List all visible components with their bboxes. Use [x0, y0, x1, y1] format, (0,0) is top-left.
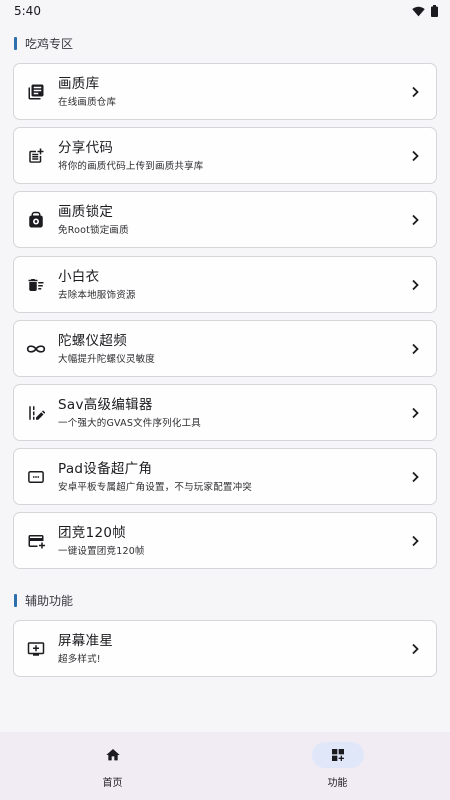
card-subtitle: 一个强大的GVAS文件序列化工具	[58, 417, 201, 429]
card-screen-crosshair[interactable]: 屏幕准星 超多样式!	[13, 620, 437, 677]
widgets-add-icon	[331, 749, 344, 761]
chevron-right-icon	[412, 86, 419, 97]
card-subtitle: 将你的画质代码上传到画质共享库	[58, 160, 204, 172]
wifi-icon	[412, 6, 425, 16]
status-time: 5:40	[14, 4, 41, 18]
nav-pill	[87, 742, 139, 768]
status-icons	[412, 5, 438, 17]
lock-screen-icon	[26, 210, 46, 230]
add-to-queue-icon	[26, 639, 46, 659]
card-title: Sav高级编辑器	[58, 396, 153, 413]
card-pad-wide-angle[interactable]: Pad设备超广角 安卓平板专属超广角设置，不与玩家配置冲突	[13, 448, 437, 505]
delete-sweep-icon	[26, 275, 46, 295]
card-graphics-library[interactable]: 画质库 在线画质仓库	[13, 63, 437, 120]
card-title: 团竞120帧	[58, 524, 127, 541]
library-books-icon	[26, 82, 46, 102]
edit-note-icon	[26, 403, 46, 423]
card-subtitle: 去除本地服饰资源	[58, 289, 136, 301]
bottom-navigation: 首页 功能	[0, 732, 450, 800]
section-title: 吃鸡专区	[25, 37, 74, 51]
card-subtitle: 大幅提升陀螺仪灵敏度	[58, 353, 156, 365]
nav-item-features[interactable]: 功能	[225, 732, 450, 800]
chevron-right-icon	[412, 279, 419, 290]
nav-label: 首页	[102, 778, 123, 789]
chevron-right-icon	[412, 643, 419, 654]
card-subtitle: 一键设置团竞120帧	[58, 545, 145, 557]
chevron-right-icon	[412, 150, 419, 161]
card-title: 屏幕准星	[58, 632, 114, 649]
nav-item-home[interactable]: 首页	[0, 732, 225, 800]
nav-pill-active	[311, 742, 364, 768]
status-bar: 5:40	[0, 0, 450, 22]
chevron-right-icon	[412, 214, 419, 225]
chevron-right-icon	[412, 535, 419, 546]
chevron-right-icon	[412, 471, 419, 482]
card-subtitle: 在线画质仓库	[58, 96, 117, 108]
add-card-icon	[26, 531, 46, 551]
card-gyro-overclock[interactable]: 陀螺仪超频 大幅提升陀螺仪灵敏度	[13, 320, 437, 377]
chevron-right-icon	[412, 407, 419, 418]
chevron-right-icon	[412, 343, 419, 354]
post-add-icon	[26, 146, 46, 166]
card-title: 画质锁定	[58, 203, 114, 220]
section-header-assist: 辅助功能	[14, 592, 73, 609]
card-title: 画质库	[58, 75, 100, 92]
card-subtitle: 安卓平板专属超广角设置，不与玩家配置冲突	[58, 481, 253, 493]
section-header-chicken: 吃鸡专区	[14, 35, 73, 52]
card-title: Pad设备超广角	[58, 460, 153, 477]
card-graphics-lock[interactable]: 画质锁定 免Root锁定画质	[13, 191, 437, 248]
section-accent-bar	[14, 594, 17, 607]
nav-label: 功能	[327, 778, 348, 789]
card-white-clothes[interactable]: 小白衣 去除本地服饰资源	[13, 256, 437, 313]
aspect-ratio-icon	[26, 467, 46, 487]
section-title: 辅助功能	[25, 594, 74, 608]
card-title: 分享代码	[58, 139, 114, 156]
card-subtitle: 免Root锁定画质	[58, 224, 129, 236]
card-subtitle: 超多样式!	[58, 653, 101, 665]
card-team-120fps[interactable]: 团竞120帧 一键设置团竞120帧	[13, 512, 437, 569]
card-share-code[interactable]: 分享代码 将你的画质代码上传到画质共享库	[13, 127, 437, 184]
card-title: 小白衣	[58, 268, 100, 285]
card-sav-editor[interactable]: Sav高级编辑器 一个强大的GVAS文件序列化工具	[13, 384, 437, 441]
battery-icon	[431, 5, 438, 17]
section-accent-bar	[14, 37, 17, 50]
infinity-icon	[26, 339, 46, 359]
home-icon	[105, 749, 120, 761]
card-title: 陀螺仪超频	[58, 332, 127, 349]
